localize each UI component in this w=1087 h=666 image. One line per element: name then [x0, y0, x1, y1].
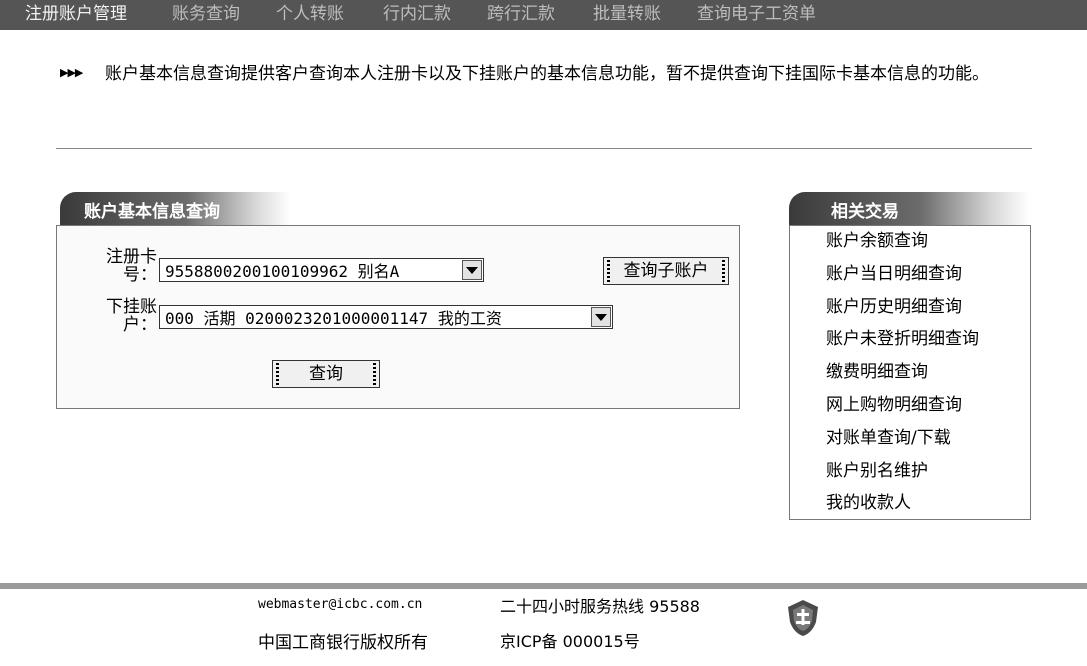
footer-divider: [0, 583, 1087, 589]
related-list: 账户余额查询 账户当日明细查询 账户历史明细查询 账户未登折明细查询 缴费明细查…: [826, 226, 979, 521]
query-button-label: 查询: [309, 364, 343, 384]
nav-item-batch-transfer[interactable]: 批量转账: [593, 0, 661, 30]
nav-item-intra-bank-remit[interactable]: 行内汇款: [383, 0, 451, 30]
card-number-select[interactable]: 9558800200100109962 别名A: [159, 258, 484, 282]
icbc-emblem-icon: [785, 598, 821, 638]
nav-item-account-inquiry[interactable]: 账务查询: [172, 0, 240, 30]
card-label-line2: 号：: [123, 265, 157, 285]
nav-item-account-management[interactable]: 注册账户管理: [25, 0, 127, 30]
footer-copyright: 中国工商银行版权所有: [258, 633, 428, 653]
query-subaccount-button[interactable]: 查询子账户: [603, 257, 729, 285]
sub-account-label: 下挂账 户：: [97, 298, 157, 334]
related-link-today-detail[interactable]: 账户当日明细查询: [826, 259, 979, 292]
chevron-down-icon[interactable]: [591, 307, 611, 327]
related-tab: 相关交易: [789, 192, 1029, 226]
footer-icp[interactable]: 京ICP备 000015号: [500, 628, 640, 652]
related-link-history-detail[interactable]: 账户历史明细查询: [826, 292, 979, 325]
related-link-statement[interactable]: 对账单查询/下载: [826, 423, 979, 456]
related-link-shopping-detail[interactable]: 网上购物明细查询: [826, 390, 979, 423]
related-link-payees[interactable]: 我的收款人: [826, 488, 979, 521]
related-link-unposted-detail[interactable]: 账户未登折明细查询: [826, 324, 979, 357]
nav-item-e-payslip[interactable]: 查询电子工资单: [697, 0, 816, 30]
related-title: 相关交易: [831, 202, 899, 222]
nav-item-inter-bank-remit[interactable]: 跨行汇款: [487, 0, 555, 30]
notice-text: 账户基本信息查询提供客户查询本人注册卡以及下挂账户的基本信息功能，暂不提供查询下…: [105, 64, 989, 84]
query-panel-tab: 账户基本信息查询: [60, 192, 290, 226]
query-subaccount-label: 查询子账户: [623, 261, 709, 281]
footer-hotline: 二十四小时服务热线 95588: [500, 597, 700, 616]
card-number-label: 注册卡 号：: [97, 248, 157, 284]
related-box: 账户余额查询 账户当日明细查询 账户历史明细查询 账户未登折明细查询 缴费明细查…: [789, 225, 1031, 520]
related-link-payment-detail[interactable]: 缴费明细查询: [826, 357, 979, 390]
nav-item-personal-transfer[interactable]: 个人转账: [276, 0, 344, 30]
sub-account-value: 000 活期 0200023201000001147 我的工资: [165, 309, 502, 328]
related-link-balance[interactable]: 账户余额查询: [826, 226, 979, 259]
bullet-arrows-icon: ▶▶▶: [60, 66, 83, 79]
query-panel-title: 账户基本信息查询: [84, 202, 220, 222]
card-number-value: 9558800200100109962 别名A: [165, 262, 400, 281]
card-label-line1: 注册卡: [106, 247, 157, 267]
related-link-alias[interactable]: 账户别名维护: [826, 456, 979, 489]
divider: [56, 148, 1032, 149]
query-panel: 注册卡 号： 9558800200100109962 别名A 查询子账户 下挂账…: [56, 225, 740, 409]
sub-label-line2: 户：: [123, 315, 157, 335]
footer-email[interactable]: webmaster@icbc.com.cn: [258, 597, 422, 612]
chevron-down-icon[interactable]: [462, 260, 482, 280]
sub-label-line1: 下挂账: [106, 297, 157, 317]
top-nav: 注册账户管理 账务查询 个人转账 行内汇款 跨行汇款 批量转账 查询电子工资单: [0, 0, 1087, 30]
query-button[interactable]: 查询: [272, 360, 380, 388]
sub-account-select[interactable]: 000 活期 0200023201000001147 我的工资: [159, 305, 613, 329]
